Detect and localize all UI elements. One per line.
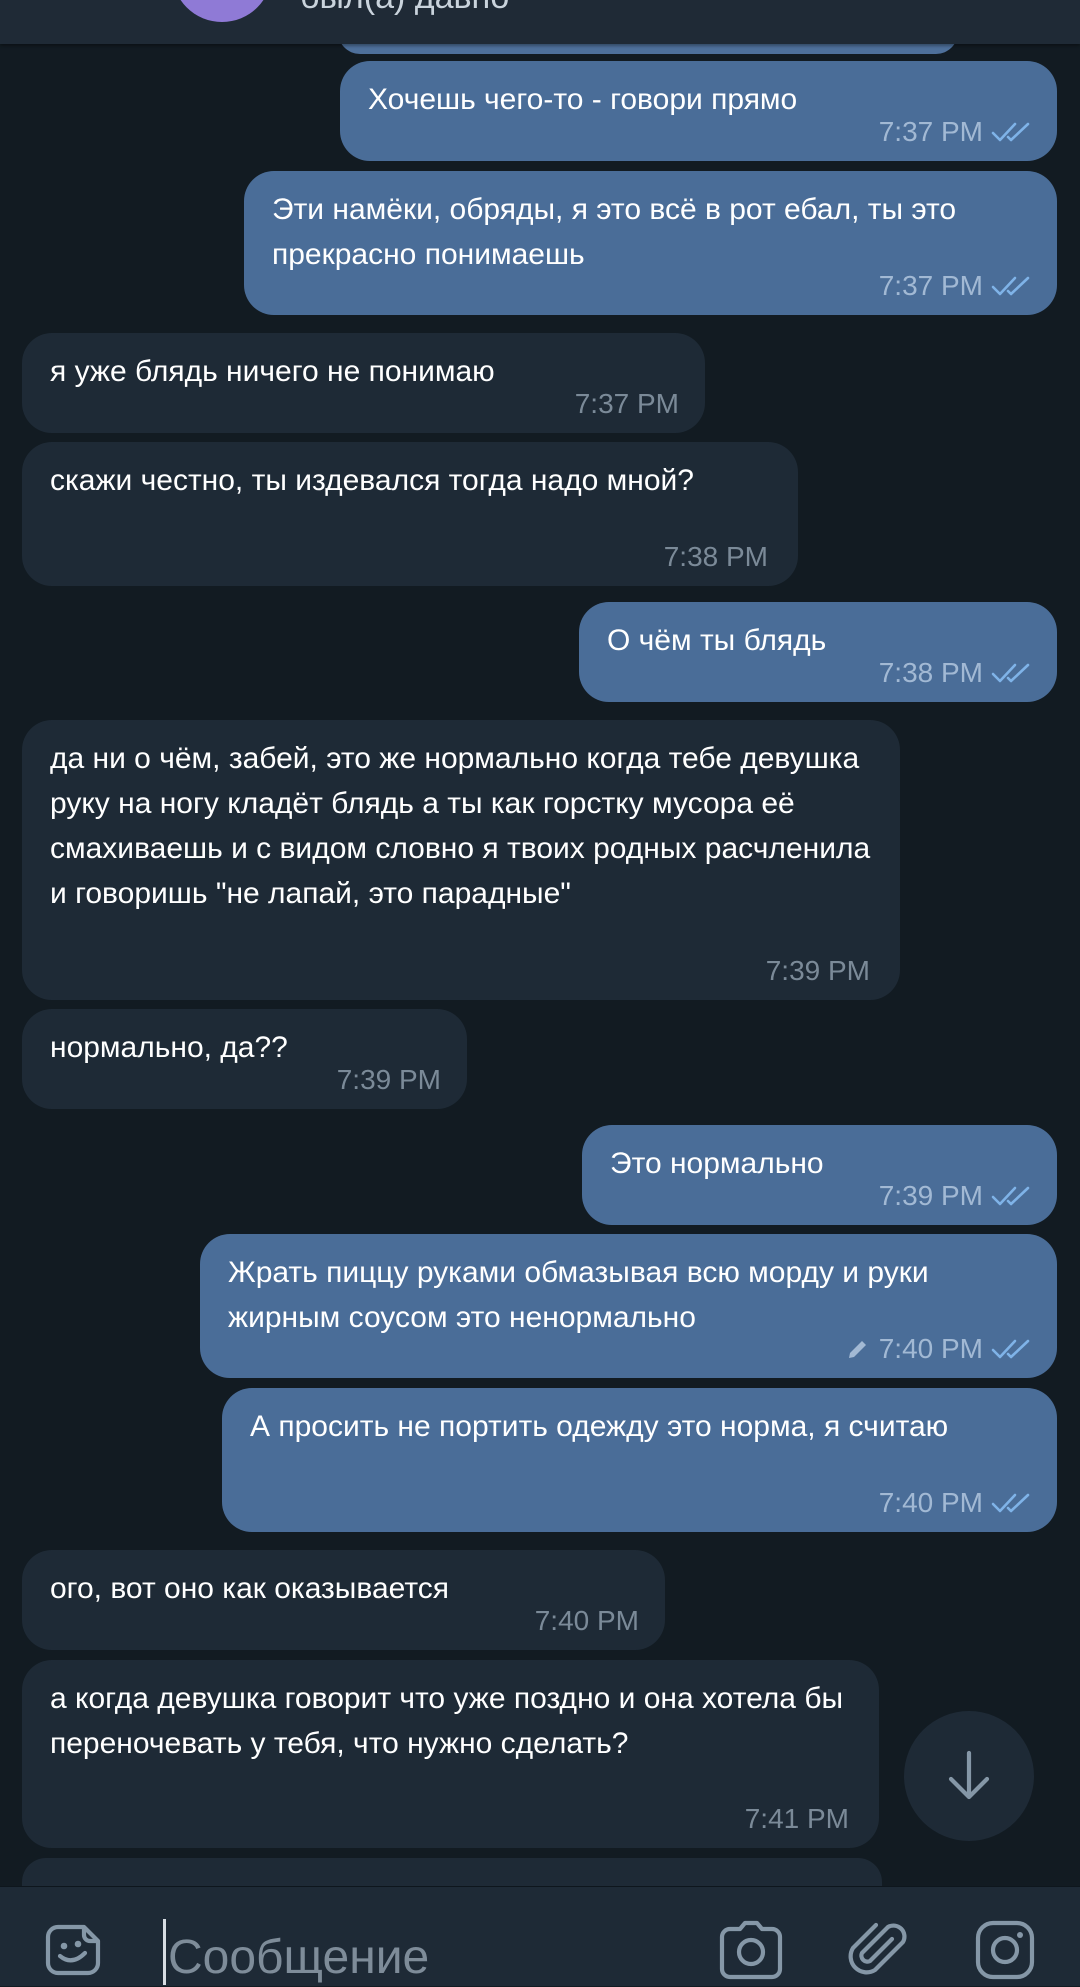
message-time: 7:38 PM <box>663 541 768 572</box>
read-double-check-icon <box>991 122 1030 142</box>
message-text: скажи честно, ты издевался тогда надо мн… <box>50 464 694 497</box>
message-meta: 7:39 PM <box>879 1181 1035 1211</box>
message-time: 7:41 PM <box>744 1803 849 1834</box>
message-text: Эти намёки, обряды, я это всё в рот ебал… <box>272 193 965 271</box>
message-incoming-4[interactable]: нормально, да?? 7:39 PM <box>22 1009 467 1109</box>
next-message-bubble-edge <box>22 1858 882 1888</box>
message-time: 7:40 PM <box>878 1487 983 1518</box>
message-incoming-5[interactable]: ого, вот оно как оказывается 7:40 PM <box>22 1550 665 1650</box>
message-meta: 7:39 PM <box>766 956 870 986</box>
instagram-icon[interactable] <box>974 1919 1036 1981</box>
contact-avatar[interactable] <box>172 0 272 22</box>
message-time: 7:37 PM <box>878 116 983 147</box>
message-text: А просить не портить одежду это норма, я… <box>250 1410 949 1443</box>
text-cursor <box>163 1919 166 1985</box>
message-meta: 7:39 PM <box>337 1065 441 1095</box>
message-time: 7:37 PM <box>574 388 679 419</box>
message-time: 7:37 PM <box>878 270 983 301</box>
read-double-check-icon <box>991 1493 1030 1513</box>
message-time: 7:40 PM <box>534 1605 639 1636</box>
paperclip-icon[interactable] <box>848 1917 910 1983</box>
message-meta: 7:40 PM <box>845 1334 1035 1364</box>
message-meta: 7:37 PM <box>879 117 1035 147</box>
message-text: а когда девушка говорит что уже поздно и… <box>50 1682 852 1760</box>
message-outgoing-1[interactable]: Хочешь чего-то - говори прямо 7:37 PM <box>340 61 1057 161</box>
message-time: 7:39 PM <box>878 1180 983 1211</box>
message-meta: 7:38 PM <box>664 542 768 572</box>
chat-header: был(а) давно <box>0 0 1080 44</box>
arrow-down-icon <box>948 1750 990 1800</box>
message-outgoing-3[interactable]: О чём ты блядь 7:38 PM <box>579 602 1057 702</box>
read-double-check-icon <box>991 663 1030 683</box>
edited-pencil-icon <box>848 1341 866 1358</box>
message-incoming-2[interactable]: скажи честно, ты издевался тогда надо мн… <box>22 442 798 586</box>
message-text: да ни о чём, забей, это же нормально ког… <box>50 742 879 910</box>
message-meta: 7:38 PM <box>879 658 1035 688</box>
message-outgoing-2[interactable]: Эти намёки, обряды, я это всё в рот ебал… <box>244 171 1057 315</box>
read-double-check-icon <box>991 1339 1030 1359</box>
message-incoming-1[interactable]: я уже блядь ничего не понимаю 7:37 PM <box>22 333 705 433</box>
message-text: Жрать пиццу руками обмазывая всю морду и… <box>228 1256 937 1334</box>
message-incoming-6[interactable]: а когда девушка говорит что уже поздно и… <box>22 1660 879 1848</box>
message-time: 7:39 PM <box>336 1064 441 1095</box>
message-time: 7:38 PM <box>878 657 983 688</box>
message-meta: 7:41 PM <box>745 1804 849 1834</box>
message-meta: 7:37 PM <box>575 389 679 419</box>
message-input[interactable] <box>168 1927 688 1987</box>
contact-last-seen-status: был(а) давно <box>300 0 509 17</box>
message-time: 7:39 PM <box>765 955 870 986</box>
read-double-check-icon <box>991 1186 1030 1206</box>
scroll-to-bottom-button[interactable] <box>904 1711 1034 1841</box>
camera-icon[interactable] <box>718 1919 784 1981</box>
message-outgoing-4[interactable]: Это нормально 7:39 PM <box>582 1125 1057 1225</box>
message-outgoing-6[interactable]: А просить не портить одежду это норма, я… <box>222 1388 1057 1532</box>
sticker-emoji-icon[interactable] <box>44 1919 106 1981</box>
message-time: 7:40 PM <box>878 1333 983 1364</box>
message-composer <box>0 1886 1080 1987</box>
read-double-check-icon <box>991 276 1030 296</box>
message-meta: 7:37 PM <box>879 271 1035 301</box>
message-meta: 7:40 PM <box>879 1488 1035 1518</box>
message-meta: 7:40 PM <box>535 1606 639 1636</box>
message-incoming-3[interactable]: да ни о чём, забей, это же нормально ког… <box>22 720 900 1000</box>
message-outgoing-5[interactable]: Жрать пиццу руками обмазывая всю морду и… <box>200 1234 1057 1378</box>
